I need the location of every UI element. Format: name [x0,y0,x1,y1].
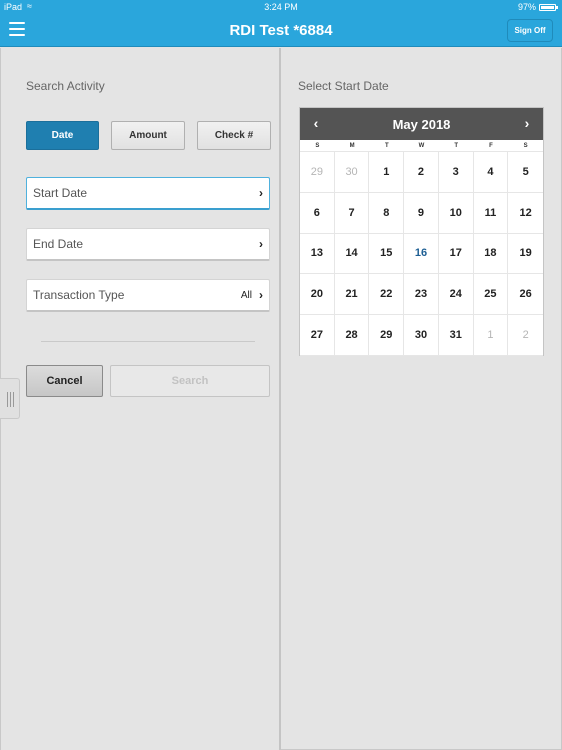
calendar-day[interactable]: 7 [334,192,370,234]
start-date-label: Start Date [33,186,88,200]
status-bar: iPad ≈ 3:24 PM 97% [0,0,562,15]
start-date-field[interactable]: Start Date › [26,177,270,210]
calendar-day[interactable]: 29 [300,152,335,193]
chevron-right-icon: › [259,237,263,251]
calendar-day[interactable]: 30 [404,315,439,356]
calendar-day[interactable]: 19 [508,234,543,275]
sign-off-button[interactable]: Sign Off [507,19,553,42]
clock: 3:24 PM [264,2,298,12]
calendar-day[interactable]: 27 [300,315,335,356]
weekday-label: S [523,143,528,149]
calendar-day-today[interactable]: 16 [404,233,439,275]
weekday-label: T [384,143,389,149]
end-date-label: End Date [33,237,84,251]
calendar-day[interactable]: 25 [473,274,509,316]
calendar-day[interactable]: 12 [508,193,543,234]
month-label: May 2018 [392,117,451,132]
calendar-day[interactable]: 29 [369,315,405,356]
calendar-day[interactable]: 9 [404,192,439,234]
divider [41,341,255,342]
calendar-day[interactable]: 1 [473,315,509,356]
weekday-label: M [349,143,355,149]
page-title: RDI Test *6884 [229,22,333,39]
calendar-day[interactable]: 30 [334,152,370,193]
weekday-label: F [489,143,493,149]
search-activity-label: Search Activity [26,79,105,93]
calendar-day[interactable]: 31 [438,315,474,356]
transaction-type-value: All [240,290,252,301]
calendar-day[interactable]: 5 [508,152,543,193]
calendar-day[interactable]: 6 [300,192,335,234]
calendar-day[interactable]: 2 [404,152,439,193]
calendar-day[interactable]: 28 [334,315,370,356]
weekday-label: W [418,143,425,149]
end-date-field[interactable]: End Date › [26,228,270,261]
calendar-day[interactable]: 8 [369,192,405,234]
calendar-day[interactable]: 4 [473,152,509,193]
calendar-grid: 29 30 1 2 3 4 5 6 7 8 9 10 11 12 13 14 15 16 17 18 19 20 21 22 2… [300,152,543,356]
calendar-day[interactable]: 13 [300,233,335,275]
calendar-day[interactable]: 24 [438,274,474,316]
weekday-label: T [454,143,459,149]
calendar-day[interactable]: 26 [508,274,543,316]
select-start-date-label: Select Start Date [298,79,389,93]
date-mode-button[interactable]: Date [26,121,99,150]
calendar-day[interactable]: 14 [334,233,370,275]
search-button[interactable]: Search [110,365,270,397]
calendar-day[interactable]: 15 [369,233,405,275]
calendar-day[interactable]: 20 [300,274,335,316]
calendar-day[interactable]: 23 [404,274,439,316]
search-panel [0,48,281,750]
calendar-header: ‹ May 2018 › [300,108,543,140]
transaction-type-field[interactable]: Transaction Type All › [26,279,270,312]
calendar-day[interactable]: 21 [334,274,370,316]
weekday-label: S [315,143,320,149]
chevron-right-icon: › [259,288,263,302]
cancel-button[interactable]: Cancel [26,365,103,397]
calendar-day[interactable]: 11 [473,192,509,234]
calendar-day[interactable]: 2 [508,315,543,356]
drag-handle[interactable] [0,378,20,419]
calendar-day[interactable]: 3 [438,152,474,193]
battery-icon [539,4,558,11]
date-picker: ‹ May 2018 › S M T W T F S 29 30 1 2 3 4 5 6 7 8 9… [299,107,544,356]
transaction-type-label: Transaction Type [33,288,125,302]
calendar-day[interactable]: 18 [473,233,509,275]
battery-percent: 97% [517,2,536,12]
calendar-day[interactable]: 10 [438,192,474,234]
check-number-mode-button[interactable]: Check # [197,121,271,150]
app-header: iPad ≈ 3:24 PM 97% RDI Test *6884 Sign O… [0,0,562,47]
calendar-day[interactable]: 1 [369,152,405,193]
next-month-icon[interactable]: › [517,115,537,131]
amount-mode-button[interactable]: Amount [111,121,185,150]
calendar-day[interactable]: 22 [369,274,405,316]
weekday-row: S M T W T F S [300,140,543,152]
calendar-day[interactable]: 17 [438,233,474,275]
chevron-right-icon: › [259,186,263,200]
